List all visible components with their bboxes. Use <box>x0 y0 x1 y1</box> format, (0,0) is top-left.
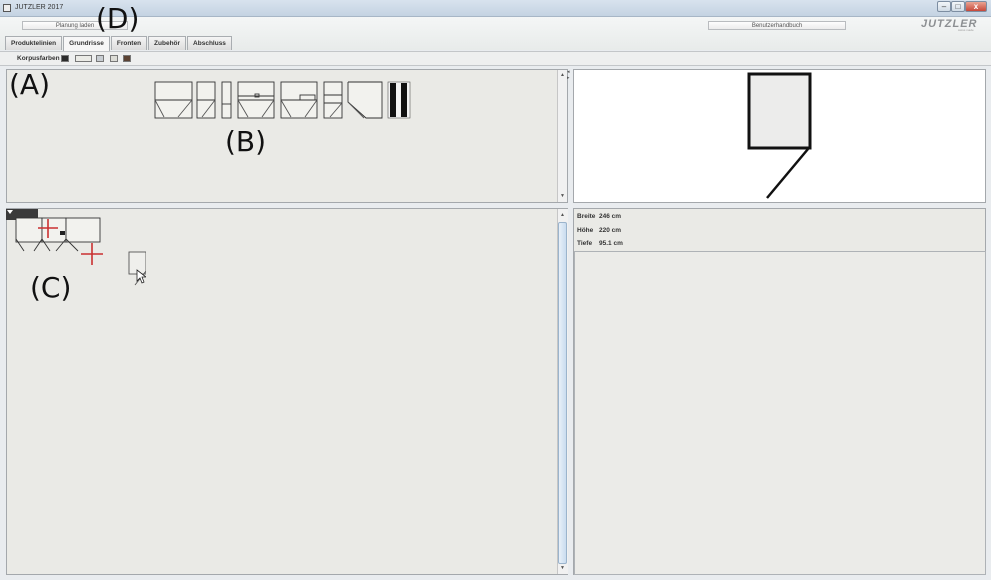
title-bar <box>0 0 991 17</box>
dimension-width-label: Breite <box>577 213 596 220</box>
details-box <box>574 251 986 575</box>
cabinet-catalog <box>154 81 411 119</box>
connector-cross-2[interactable] <box>81 243 103 265</box>
window-title: JUTZLER 2017 <box>15 4 64 11</box>
catalog-item-6[interactable] <box>323 81 343 119</box>
brand-logo-sub: swiss made <box>958 28 974 32</box>
dimension-depth-value: 95.1 cm <box>599 240 623 247</box>
floor-plan-canvas[interactable] <box>6 209 146 289</box>
annotation-c: (C) <box>30 271 72 304</box>
minimize-icon[interactable]: – <box>937 1 951 12</box>
annotation-d: (D) <box>96 2 140 35</box>
scroll-down-arrow[interactable]: ▼ <box>558 192 567 200</box>
dimension-width-value: 246 cm <box>599 213 622 220</box>
tab-abschluss[interactable]: Abschluss <box>187 36 232 50</box>
catalog-item-2[interactable] <box>196 81 216 119</box>
dimension-depth-label: Tiefe <box>577 240 593 247</box>
tab-fronten[interactable]: Fronten <box>110 36 148 50</box>
catalog-item-8[interactable] <box>387 81 411 119</box>
color-swatch-brown[interactable] <box>123 55 131 62</box>
plan-scroll-up-arrow[interactable]: ▲ <box>558 211 567 219</box>
color-swatch-light[interactable] <box>110 55 118 62</box>
color-swatch-dark[interactable] <box>61 55 69 62</box>
app-icon <box>3 4 11 12</box>
dimension-height-value: 220 cm <box>599 227 622 234</box>
tab-produktelinien[interactable]: Produktelinien <box>5 36 63 50</box>
close-icon[interactable]: x <box>965 1 987 12</box>
placed-cabinet-group[interactable] <box>15 217 101 252</box>
catalog-item-3[interactable] <box>221 81 232 119</box>
maximize-icon[interactable]: □ <box>951 1 965 12</box>
floor-plan-scroll-thumb[interactable] <box>558 222 567 564</box>
dimension-height-label: Höhe <box>577 227 594 234</box>
annotation-b: (B) <box>225 125 267 158</box>
main-tabs: Produktelinien Grundrisse Fronten Zubehö… <box>5 36 232 51</box>
catalog-item-1[interactable] <box>154 81 193 119</box>
tab-zubehoer[interactable]: Zubehör <box>148 36 187 50</box>
annotation-a: (A) <box>9 68 51 101</box>
korpus-color-bar <box>0 51 991 66</box>
tab-grundrisse[interactable]: Grundrisse <box>63 36 110 51</box>
catalog-item-7[interactable] <box>347 81 383 119</box>
catalog-scrollbar[interactable] <box>557 70 567 202</box>
color-swatch-grey[interactable] <box>96 55 104 62</box>
scroll-up-arrow[interactable]: ▲ <box>558 71 567 79</box>
plan-scroll-down-arrow[interactable]: ▼ <box>558 564 567 572</box>
color-swatch-white[interactable] <box>75 55 92 62</box>
catalog-item-4[interactable] <box>237 81 275 119</box>
preview-cabinet <box>747 72 812 199</box>
user-manual-button[interactable]: Benutzerhandbuch <box>708 21 846 30</box>
catalog-item-5[interactable] <box>280 81 318 119</box>
korpus-label: Korpusfarben <box>17 55 60 62</box>
